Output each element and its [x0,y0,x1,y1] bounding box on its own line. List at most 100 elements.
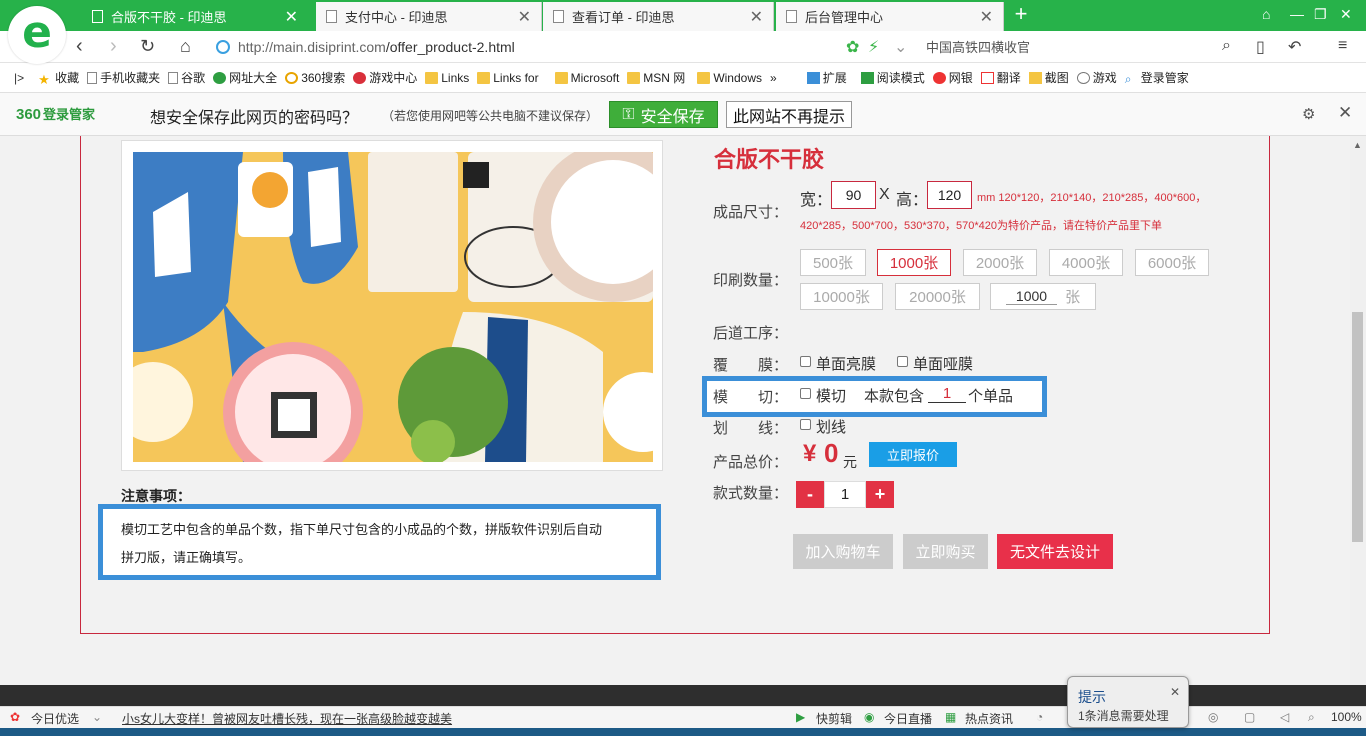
secure-save-button[interactable]: ⚿ 安全保存 [609,101,718,128]
new-tab-button[interactable]: + [1008,2,1034,28]
status-item[interactable]: 快剪辑 [816,710,852,727]
bookmark-folder[interactable]: Links [425,71,469,85]
refresh-icon[interactable]: ↻ [140,36,155,57]
close-icon[interactable]: ✕ [750,7,763,27]
qty-option-1000[interactable]: 1000张 [877,249,951,276]
login-manager-item[interactable]: ⌕ 登录管家 [1125,69,1189,86]
minimize-icon[interactable]: — [1290,6,1304,22]
increment-button[interactable]: + [866,481,894,508]
scrollbar-thumb[interactable] [1352,312,1363,542]
news-headline-link[interactable]: 小s女儿大变样！曾被网友吐槽长残，现在一张高级脸越变越美 [122,710,452,727]
add-to-cart-button[interactable]: 加入购物车 [793,534,893,569]
screenshot-item[interactable]: 截图 [1028,69,1069,86]
bookmark-item[interactable]: 谷歌 [168,69,205,86]
maximize-icon[interactable]: ❐ [1314,6,1327,23]
browser-logo[interactable]: e [8,6,66,64]
close-icon[interactable]: ✕ [518,7,531,27]
diecut-count-input[interactable]: 1 [928,385,966,403]
decrement-button[interactable]: - [796,481,824,508]
notification-popup[interactable]: 提示 ✕ 1条消息需要处理 [1067,676,1189,728]
today-picks-label[interactable]: 今日优选 [31,710,79,727]
bookmark-item[interactable]: 360搜索 [285,69,345,86]
tab-orders[interactable]: 查看订单 - 印迪思 ✕ [543,2,774,31]
bank-item[interactable]: 网银 [932,69,973,86]
forward-icon[interactable]: › [110,35,117,58]
close-icon[interactable]: ✕ [1338,103,1352,123]
bookmarks-bar: |> ★ 收藏 手机收藏夹 谷歌 网址大全 360搜索 游戏中心 Links Li… [0,63,1366,93]
url-field[interactable]: http://main.disiprint.com/offer_product-… [216,35,906,59]
sidebar-toggle-icon[interactable]: |> [14,71,24,85]
bookmark-folder[interactable]: Microsoft [554,71,619,85]
qty-option-10000[interactable]: 10000张 [800,283,883,310]
extensions-item[interactable]: 扩展 [806,69,847,86]
window-icon[interactable]: ▢ [1244,710,1255,724]
laminate-matte-checkbox[interactable] [897,356,908,367]
design-without-file-button[interactable]: 无文件去设计 [997,534,1113,569]
scroll-up-icon[interactable]: ▲ [1353,140,1362,150]
laminate-gloss-checkbox[interactable] [800,356,811,367]
chevron-down-icon[interactable]: ⌄ [894,37,907,57]
zoom-icon[interactable]: ⌕ [1308,710,1315,725]
speed-icon[interactable]: ◔ [1036,710,1043,724]
qty-option-500[interactable]: 500张 [800,249,866,276]
score-option-label: 划线 [816,419,847,436]
score-checkbox[interactable] [800,419,811,430]
bookmark-item[interactable]: ★ 收藏 [38,69,79,87]
bookmarks-more[interactable]: » [770,71,777,85]
close-icon[interactable]: ✕ [980,7,993,27]
bookmark-item[interactable]: 网址大全 [213,69,277,86]
diecut-checkbox[interactable] [800,388,811,399]
video-edit-icon: ▶ [796,710,806,724]
close-window-icon[interactable]: ✕ [1340,6,1352,23]
undo-icon[interactable]: ↶ [1288,37,1301,57]
phone-icon[interactable]: ▯ [1256,37,1265,57]
reader-mode-item[interactable]: 阅读模式 [860,69,925,86]
qty-option-2000[interactable]: 2000张 [963,249,1037,276]
qty-option-6000[interactable]: 6000张 [1135,249,1209,276]
tab-payment[interactable]: 支付中心 - 印迪思 ✕ [316,2,542,31]
never-for-site-button[interactable]: 此网站不再提示 [726,101,852,128]
back-icon[interactable]: ‹ [76,35,83,58]
tab-admin[interactable]: 后台管理中心 ✕ [776,2,1004,31]
qty-option-4000[interactable]: 4000张 [1049,249,1123,276]
zoom-level[interactable]: 100% [1331,710,1362,724]
product-title: 合版不干胶 [714,147,825,172]
volume-icon[interactable]: ◁ [1280,710,1289,724]
bookmark-folder[interactable]: Links for [477,71,539,85]
lightning-icon[interactable]: ⚡ [868,37,879,57]
bookmark-folder[interactable]: Windows [697,71,762,85]
qty-custom-field[interactable]: 1000 张 [990,283,1096,310]
search-input[interactable]: 中国高铁四横收官 [926,37,1030,56]
search-icon[interactable]: ⌕ [1222,37,1231,55]
folder-icon [425,71,439,84]
translate-item[interactable]: 翻译 [980,69,1021,86]
qty-custom-unit: 张 [1065,289,1081,306]
styles-count-input[interactable]: 1 [824,481,866,508]
close-icon[interactable]: ✕ [1170,685,1180,699]
menu-icon[interactable]: ≡ [1338,37,1347,55]
save-password-hint: （若您使用网吧等公共电脑不建议保存） [382,109,599,123]
get-quote-button[interactable]: 立即报价 [869,442,957,467]
bookmark-folder[interactable]: MSN 网 [627,69,685,86]
gear-icon[interactable]: ⚙ [1302,105,1315,123]
notes-text-line: 拼刀版，请正确填写。 [121,550,252,565]
post-process-label: 后道工序： [713,325,789,342]
status-item[interactable]: 今日直播 [884,710,932,727]
bookmark-item[interactable]: 手机收藏夹 [87,69,160,86]
status-item[interactable]: 热点资讯 [965,710,1013,727]
tab-product[interactable]: 合版不干胶 - 印迪思 ✕ [82,2,308,31]
qty-option-20000[interactable]: 20000张 [895,283,980,310]
page-icon [553,10,564,23]
skin-icon[interactable]: ⌂ [1262,6,1270,22]
close-icon[interactable]: ✕ [285,7,298,27]
games-item[interactable]: 游戏 [1076,69,1117,86]
width-input[interactable]: 90 [831,181,876,209]
buy-now-button[interactable]: 立即购买 [903,534,988,569]
height-input[interactable]: 120 [927,181,972,209]
home-icon[interactable]: ⌂ [180,36,191,57]
bookmark-item[interactable]: 游戏中心 [353,69,417,86]
qty-custom-input[interactable]: 1000 [1005,288,1058,305]
tab-strip: 合版不干胶 - 印迪思 ✕ 支付中心 - 印迪思 ✕ 查看订单 - 印迪思 ✕ … [0,0,1366,31]
shield-icon[interactable]: ✿ [846,37,859,57]
ie-icon[interactable]: ◎ [1208,710,1218,724]
